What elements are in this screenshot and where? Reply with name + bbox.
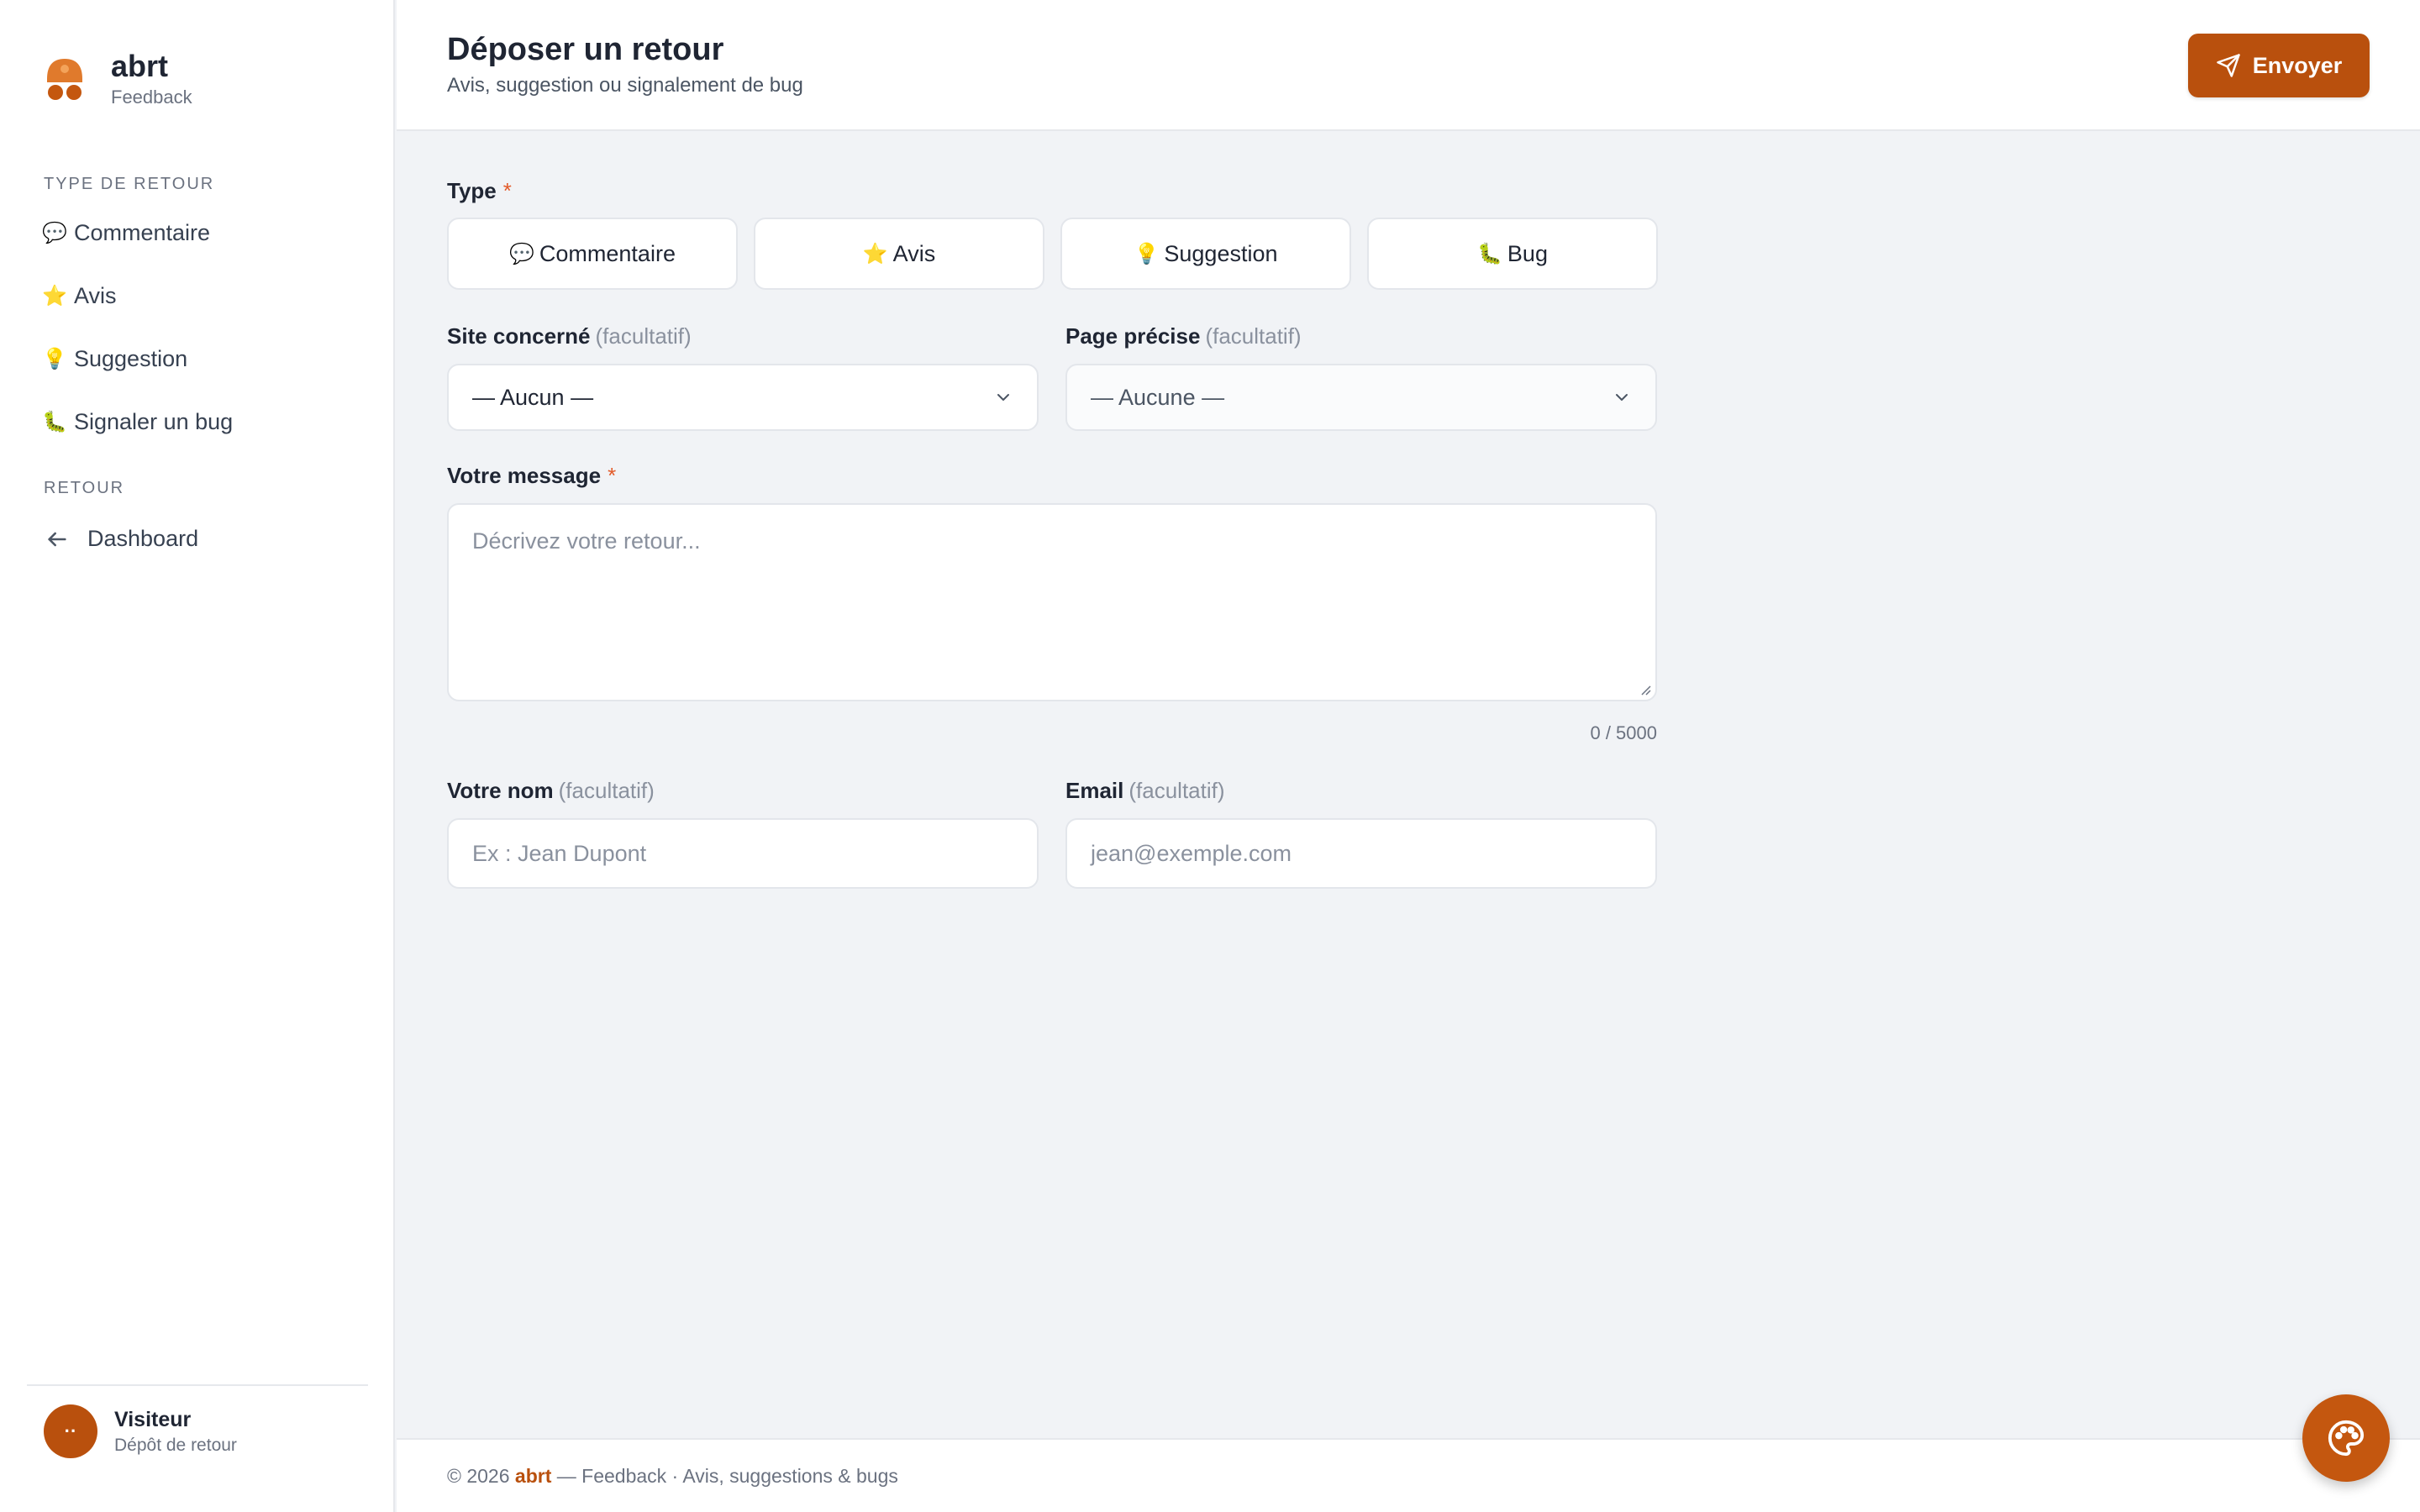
name-label: Votre nom (facultatif) [447, 778, 655, 803]
email-input[interactable]: jean@exemple.com [1065, 818, 1657, 889]
arrow-left-icon [42, 528, 72, 551]
speech-bubble-icon: 💬 [509, 242, 534, 265]
type-option-bug[interactable]: 🐛 Bug [1367, 218, 1658, 290]
sidebar-item-label: Avis [74, 283, 117, 308]
message-textarea[interactable]: Décrivez votre retour... [447, 503, 1657, 701]
send-button-label: Envoyer [2252, 52, 2343, 78]
page-subtitle: Avis, suggestion ou signalement de bug [447, 74, 803, 97]
required-mark: * [608, 463, 617, 488]
avatar: ·· [44, 1404, 97, 1458]
message-label: Votre message * [447, 463, 617, 488]
page-select[interactable]: — Aucune — [1065, 364, 1657, 431]
type-option-label: Bug [1507, 240, 1548, 266]
chevron-down-icon [1616, 394, 1628, 401]
sidebar-item-label: Signaler un bug [74, 409, 234, 434]
sidebar-item-label: Dashboard [87, 526, 199, 551]
type-option-label: Avis [892, 240, 936, 266]
page-label: Page précise (facultatif) [1065, 323, 1302, 349]
page-title: Déposer un retour [447, 32, 724, 67]
sidebar-item-dashboard[interactable]: Dashboard [42, 526, 198, 552]
bug-icon: 🐛 [42, 411, 67, 433]
character-counter: 0 / 5000 [1590, 722, 1657, 743]
resize-grip-icon[interactable] [1639, 683, 1652, 696]
star-icon: ⭐ [42, 285, 67, 307]
page-select-value: — Aucune — [1091, 384, 1225, 410]
sidebar-item-commentaire[interactable]: 💬 Commentaire [42, 220, 210, 246]
sidebar-item-suggestion[interactable]: 💡 Suggestion [42, 346, 187, 372]
page-header: Déposer un retour Avis, suggestion ou si… [397, 0, 2420, 131]
section-title-type: TYPE DE RETOUR [44, 175, 215, 193]
email-label: Email (facultatif) [1065, 778, 1225, 803]
lightbulb-icon: 💡 [42, 348, 67, 370]
user-name: Visiteur [114, 1407, 192, 1431]
site-select-value: — Aucun — [472, 384, 594, 410]
email-placeholder: jean@exemple.com [1091, 840, 1292, 866]
sidebar-item-bug[interactable]: 🐛 Signaler un bug [42, 409, 233, 435]
brand-logo-icon [44, 54, 86, 104]
brand-name: abrt [111, 49, 169, 83]
paper-plane-icon [2216, 54, 2240, 77]
theme-palette-button[interactable] [2302, 1394, 2390, 1482]
palette-icon [2328, 1420, 2365, 1457]
user-profile[interactable]: ·· Visiteur Dépôt de retour [27, 1384, 368, 1458]
type-option-label: Suggestion [1164, 240, 1278, 266]
site-label: Site concerné (facultatif) [447, 323, 692, 349]
type-label: Type * [447, 178, 512, 203]
sidebar-item-avis[interactable]: ⭐ Avis [42, 283, 117, 309]
star-icon: ⭐ [862, 242, 888, 265]
lightbulb-icon: 💡 [1134, 242, 1160, 265]
page-footer: © 2026 abrt — Feedback · Avis, suggestio… [397, 1438, 2420, 1512]
type-option-commentaire[interactable]: 💬 Commentaire [447, 218, 738, 290]
sidebar-item-label: Commentaire [74, 220, 211, 245]
bug-icon: 🐛 [1477, 242, 1502, 265]
message-placeholder: Décrivez votre retour... [472, 528, 701, 554]
type-option-avis[interactable]: ⭐ Avis [754, 218, 1044, 290]
chevron-down-icon [997, 394, 1009, 401]
speech-bubble-icon: 💬 [42, 222, 67, 244]
type-option-suggestion[interactable]: 💡 Suggestion [1060, 218, 1351, 290]
footer-brand-link[interactable]: abrt [515, 1465, 551, 1487]
brand-subtitle: Feedback [111, 87, 192, 108]
required-mark: * [502, 178, 512, 203]
name-input[interactable]: Ex : Jean Dupont [447, 818, 1039, 889]
footer-text: © 2026 abrt — Feedback · Avis, suggestio… [447, 1465, 898, 1487]
brand[interactable]: abrt Feedback [44, 49, 192, 109]
type-option-label: Commentaire [539, 240, 676, 266]
user-role: Dépôt de retour [114, 1435, 237, 1455]
site-select[interactable]: — Aucun — [447, 364, 1039, 431]
sidebar: abrt Feedback TYPE DE RETOUR 💬 Commentai… [0, 0, 395, 1512]
name-placeholder: Ex : Jean Dupont [472, 840, 647, 866]
section-title-retour: RETOUR [44, 479, 125, 497]
send-button[interactable]: Envoyer [2188, 34, 2370, 97]
sidebar-item-label: Suggestion [74, 346, 188, 371]
